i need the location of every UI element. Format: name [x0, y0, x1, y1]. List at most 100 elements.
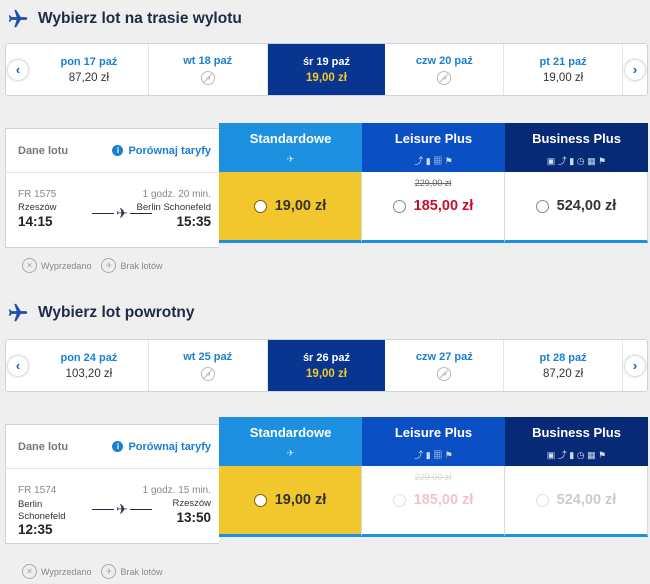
date-price: 19,00 zł — [306, 71, 347, 84]
compare-fares-label: Porównaj taryfy — [128, 144, 211, 157]
date-cell[interactable]: czw 20 paź — [385, 44, 505, 95]
outbound-title-row: Wybierz lot na trasie wylotu — [0, 8, 242, 30]
leisure-fare-title: Leisure Plus — [394, 425, 473, 440]
standard-fare-option[interactable]: 19,00 zł — [219, 466, 362, 537]
info-icon: i — [112, 145, 124, 156]
compare-fares-label: Porównaj taryfy — [128, 440, 211, 453]
standard-price: 19,00 zł — [274, 492, 327, 508]
date-cell[interactable]: wt 18 paź — [149, 44, 268, 95]
sold-out-label: Wyprzedano — [41, 566, 92, 577]
leisure-fare-header: Leisure Plus ⤴ ▮ ▦ ⚑ — [362, 123, 505, 172]
flight-duration: 1 godz. 20 min. — [142, 189, 211, 200]
sold-out-label: Wyprzedano — [41, 260, 92, 271]
radio-button[interactable] — [392, 493, 406, 507]
business-price: 524,00 zł — [556, 492, 617, 508]
date-cell-selected[interactable]: śr 26 paź 19,00 zł — [267, 340, 386, 391]
radio-button[interactable] — [535, 199, 549, 213]
departure-city-2: Schonefeld — [18, 511, 66, 522]
flight-info-header: Dane lotu i Porównaj taryfy — [6, 425, 219, 469]
inbound-fare-table: Dane lotu i Porównaj taryfy FR 1574 1 god… — [5, 417, 648, 544]
date-label: wt 18 paź — [183, 54, 233, 67]
leisure-fare-header: Leisure Plus ⤴ ▮ ▦ ⚑ — [362, 417, 505, 466]
date-price: 87,20 zł — [68, 71, 110, 84]
flight-data-label: Dane lotu — [18, 144, 69, 157]
fare-feature-icons: ⤴ ▮ ▦ ⚑ — [414, 450, 453, 460]
next-dates-button[interactable]: › — [623, 340, 647, 391]
date-cell[interactable]: czw 27 paź — [385, 340, 505, 391]
date-label: pt 21 paź — [539, 55, 587, 68]
next-dates-button[interactable]: › — [623, 44, 647, 95]
inbound-date-bar: ‹ pon 24 paź 103,20 zł wt 25 paź śr 26 p… — [5, 339, 648, 392]
flight-row: FR 1574 1 godz. 15 min. Berlin Schonefel… — [6, 469, 219, 540]
date-price: 19,00 zł — [542, 71, 584, 84]
date-label: czw 20 paź — [415, 54, 473, 67]
inbound-title-row: Wybierz lot powrotny — [0, 302, 194, 324]
sold-out-icon: ✕ — [22, 258, 37, 273]
business-fare-column: Business Plus ▣ ⤴ ▮ ◷ ▦ ⚑ 524,00 zł — [505, 417, 648, 544]
route-line: ✈ — [92, 502, 153, 516]
old-price: 229,00 zł — [414, 472, 452, 482]
outbound-date-bar: ‹ pon 17 paź 87,20 zł wt 18 paź śr 19 pa… — [5, 43, 648, 96]
flight-info-header: Dane lotu i Porównaj taryfy — [6, 129, 219, 173]
date-cell[interactable]: pon 24 paź 103,20 zł — [30, 340, 149, 391]
date-label: czw 27 paź — [415, 350, 473, 363]
arrival-city: Rzeszów — [172, 498, 211, 509]
chevron-left-icon: ‹ — [8, 355, 28, 376]
standard-price: 19,00 zł — [274, 198, 327, 214]
old-price: 229,00 zł — [414, 178, 452, 188]
leisure-price: 185,00 zł — [413, 492, 474, 508]
standard-fare-header: Standardowe ✈ — [219, 123, 362, 172]
standard-fare-column: Standardowe ✈ 19,00 zł — [219, 123, 362, 248]
route-line: ✈ — [92, 206, 153, 220]
leisure-fare-option[interactable]: 229,00 zł 185,00 zł — [362, 172, 505, 243]
inbound-title: Wybierz lot powrotny — [38, 304, 195, 321]
chevron-left-icon: ‹ — [8, 59, 28, 80]
radio-button[interactable] — [535, 493, 549, 507]
date-cell-selected[interactable]: śr 19 paź 19,00 zł — [267, 44, 386, 95]
radio-button[interactable] — [392, 199, 406, 213]
prev-dates-button[interactable]: ‹ — [6, 340, 30, 391]
departure-time: 14:15 — [18, 214, 53, 229]
plane-icon — [8, 9, 28, 28]
flight-info-panel: Dane lotu i Porównaj taryfy FR 1574 1 god… — [5, 424, 219, 544]
date-cell[interactable]: pon 17 paź 87,20 zł — [30, 44, 149, 95]
flight-row: FR 1575 1 godz. 20 min. Rzeszów Berlin S… — [6, 173, 219, 244]
business-fare-option[interactable]: 524,00 zł — [505, 466, 648, 537]
info-icon: i — [112, 441, 124, 452]
plane-icon: ✈ — [286, 154, 295, 164]
business-fare-header: Business Plus ▣ ⤴ ▮ ◷ ▦ ⚑ — [505, 417, 648, 466]
standard-fare-column: Standardowe ✈ 19,00 zł — [219, 417, 362, 544]
flight-number: FR 1575 — [18, 189, 57, 200]
standard-fare-header: Standardowe ✈ — [219, 417, 362, 466]
leisure-fare-title: Leisure Plus — [394, 131, 473, 146]
no-flights-icon: ✈ — [101, 258, 117, 273]
departure-city: Rzeszów — [18, 202, 57, 213]
fare-feature-icons: ▣ ⤴ ▮ ◷ ▦ ⚑ — [546, 450, 607, 460]
radio-button[interactable] — [253, 493, 267, 507]
no-flight-icon — [437, 366, 452, 381]
departure-time: 12:35 — [18, 522, 53, 537]
chevron-right-icon: › — [624, 59, 645, 80]
standard-fare-title: Standardowe — [249, 425, 332, 440]
date-label: śr 19 paź — [302, 55, 351, 68]
leisure-fare-column: Leisure Plus ⤴ ▮ ▦ ⚑ 229,00 zł 185,00 zł — [362, 417, 505, 544]
arrival-time: 13:50 — [176, 510, 211, 525]
plane-icon: ✈ — [286, 448, 295, 458]
leisure-price: 185,00 zł — [413, 198, 474, 214]
business-fare-title: Business Plus — [532, 425, 621, 440]
compare-fares-link[interactable]: i Porównaj taryfy — [112, 441, 211, 453]
plane-icon — [8, 303, 28, 322]
business-fare-column: Business Plus ▣ ⤴ ▮ ◷ ▦ ⚑ 524,00 zł — [505, 123, 648, 248]
date-cell[interactable]: pt 21 paź 19,00 zł — [504, 44, 623, 95]
standard-fare-option[interactable]: 19,00 zł — [219, 172, 362, 243]
outbound-fare-table: Dane lotu i Porównaj taryfy FR 1575 1 god… — [5, 123, 648, 248]
compare-fares-link[interactable]: i Porównaj taryfy — [112, 145, 211, 157]
fare-feature-icons: ▣ ⤴ ▮ ◷ ▦ ⚑ — [546, 156, 607, 166]
prev-dates-button[interactable]: ‹ — [6, 44, 30, 95]
leisure-fare-option[interactable]: 229,00 zł 185,00 zł — [362, 466, 505, 537]
business-fare-option[interactable]: 524,00 zł — [505, 172, 648, 243]
date-cell[interactable]: pt 28 paź 87,20 zł — [504, 340, 623, 391]
radio-button[interactable] — [253, 199, 267, 213]
date-cell[interactable]: wt 25 paź — [149, 340, 268, 391]
no-flights-icon: ✈ — [101, 564, 117, 579]
